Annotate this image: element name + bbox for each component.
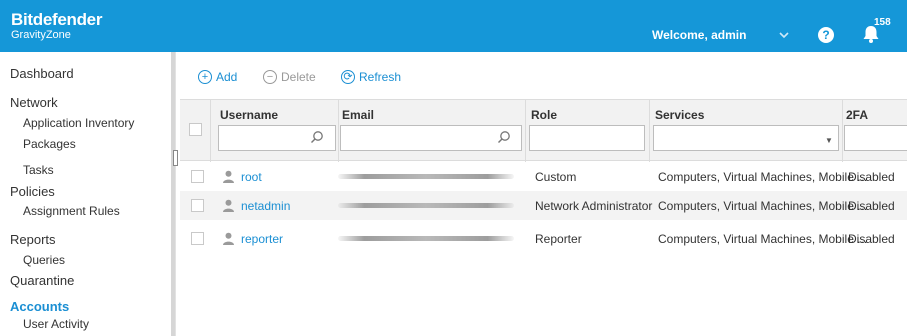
role-cell: Custom [535,170,577,184]
email-redacted [338,236,514,241]
row-checkbox[interactable] [191,232,204,245]
services-cell: Computers, Virtual Machines, Mobile ... [658,232,868,246]
role-cell: Network Administrator [535,199,653,213]
twofa-cell: Disabled [848,170,895,184]
sidebar-item-dashboard[interactable]: Dashboard [10,66,74,81]
column-header-email[interactable]: Email [342,108,374,122]
refresh-button[interactable]: ⟳ Refresh [341,70,401,84]
help-icon[interactable]: ? [818,27,834,43]
column-divider [525,100,526,162]
services-cell: Computers, Virtual Machines, Mobile ... [658,199,868,213]
sidebar: Dashboard Network Application Inventory … [0,52,176,336]
email-filter-input[interactable] [340,125,522,151]
column-divider [210,100,211,162]
table-row[interactable]: root Custom Computers, Virtual Machines,… [180,162,907,191]
delete-button-label: Delete [281,70,316,84]
twofa-cell: Disabled [848,199,895,213]
product-name: GravityZone [11,29,71,41]
main-content: + Add − Delete ⟳ Refresh Username Email … [180,52,907,336]
email-redacted [338,174,514,179]
column-header-2fa[interactable]: 2FA [846,108,868,122]
chevron-down-icon[interactable] [778,30,790,40]
username-link[interactable]: root [241,170,262,184]
sidebar-item-packages[interactable]: Packages [23,137,76,151]
email-redacted [338,203,514,208]
user-icon [223,232,234,245]
grid-header: Username Email Role Services ▼ 2FA [180,99,907,162]
top-header: Bitdefender GravityZone Welcome, admin ?… [0,0,907,52]
chevron-down-icon: ▼ [825,136,833,145]
select-all-checkbox[interactable] [189,123,202,136]
user-icon [223,199,234,212]
column-header-username[interactable]: Username [220,108,278,122]
username-link[interactable]: netadmin [241,199,290,213]
sidebar-item-network[interactable]: Network [10,95,58,110]
sidebar-item-application-inventory[interactable]: Application Inventory [23,116,134,130]
username-link[interactable]: reporter [241,232,283,246]
sidebar-scrollbar[interactable] [171,52,175,336]
minus-circle-icon: − [263,70,277,84]
refresh-icon: ⟳ [341,70,355,84]
plus-circle-icon: + [198,70,212,84]
column-header-services[interactable]: Services [655,108,704,122]
column-header-role[interactable]: Role [531,108,557,122]
services-filter-select[interactable] [653,125,839,151]
twofa-filter-input[interactable] [844,125,907,151]
search-icon [311,131,323,143]
role-filter-select[interactable] [529,125,645,151]
sidebar-item-reports[interactable]: Reports [10,232,56,247]
refresh-button-label: Refresh [359,70,402,84]
role-cell: Reporter [535,232,582,246]
table-row[interactable]: reporter Reporter Computers, Virtual Mac… [180,224,907,253]
notification-count: 158 [874,17,891,28]
column-divider [842,100,843,162]
welcome-user-menu[interactable]: Welcome, admin [652,28,746,42]
column-divider [338,100,339,162]
add-button-label: Add [216,70,238,84]
sidebar-item-tasks[interactable]: Tasks [23,163,54,177]
user-icon [223,170,234,183]
sidebar-item-user-activity[interactable]: User Activity [23,317,89,331]
add-button[interactable]: + Add [198,70,237,84]
table-row[interactable]: netadmin Network Administrator Computers… [180,191,907,220]
sidebar-item-quarantine[interactable]: Quarantine [10,273,74,288]
sidebar-item-queries[interactable]: Queries [23,253,65,267]
row-checkbox[interactable] [191,170,204,183]
sidebar-resize-handle[interactable] [173,150,178,166]
services-cell: Computers, Virtual Machines, Mobile ... [658,170,868,184]
search-icon [498,131,510,143]
brand-logo[interactable]: Bitdefender [11,11,102,28]
sidebar-item-assignment-rules[interactable]: Assignment Rules [23,204,120,218]
twofa-cell: Disabled [848,232,895,246]
sidebar-item-accounts[interactable]: Accounts [10,299,69,314]
sidebar-item-policies[interactable]: Policies [10,184,55,199]
row-checkbox[interactable] [191,199,204,212]
column-divider [649,100,650,162]
delete-button[interactable]: − Delete [263,70,316,84]
